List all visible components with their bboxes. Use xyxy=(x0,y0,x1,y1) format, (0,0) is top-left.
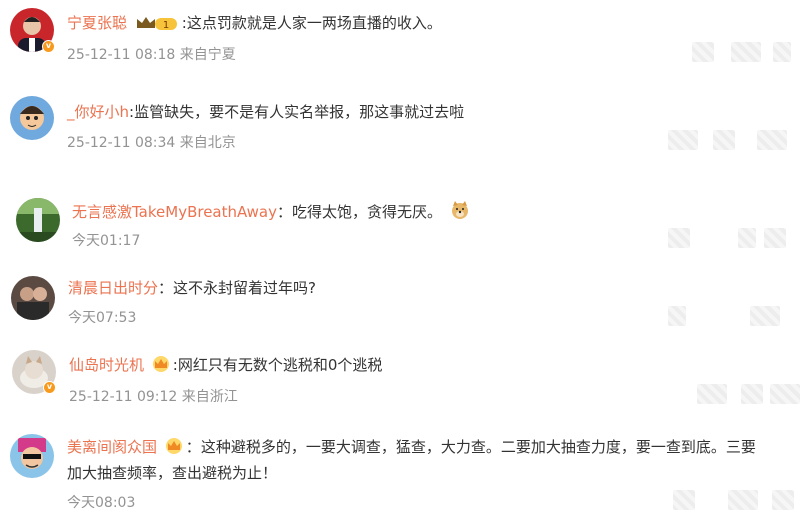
doge-emoji-icon xyxy=(450,200,470,224)
comment-line: 宁夏张聪 1 :这点罚款就是人家一两场直播的收入。 xyxy=(67,12,442,35)
blurred-action xyxy=(692,42,714,62)
comment-text: 网红只有无数个逃税和0个逃税 xyxy=(177,356,383,374)
separator: ： xyxy=(158,279,174,297)
comment-text: 这点罚款就是人家一两场直播的收入。 xyxy=(186,14,442,32)
comment-text-line2: 加大抽查频率，查出避税为止！ xyxy=(67,464,278,482)
comment-text: 这不永封留着过年吗? xyxy=(173,279,316,297)
blurred-action xyxy=(770,384,800,404)
avatar[interactable] xyxy=(11,276,55,320)
comment-line: 仙岛时光机 :网红只有无数个逃税和0个逃税 xyxy=(69,354,382,377)
comment-meta: 今天01:17 xyxy=(72,233,141,249)
verified-icon: v xyxy=(42,40,55,53)
blurred-action xyxy=(738,228,756,248)
comment-text: 吃得太饱，贪得无厌。 xyxy=(292,203,443,221)
avatar[interactable] xyxy=(10,434,54,478)
blurred-action xyxy=(673,490,695,510)
blurred-action xyxy=(668,306,686,326)
vip-crown-icon xyxy=(152,355,170,377)
blurred-action xyxy=(764,228,786,248)
username-link[interactable]: 仙岛时光机 xyxy=(69,356,144,374)
blurred-action xyxy=(668,130,698,150)
comment-line: 无言感激TakeMyBreathAway：吃得太饱，贪得无厌。 xyxy=(72,200,473,224)
username-link[interactable]: 清晨日出时分 xyxy=(68,279,158,297)
comment-line: _你好小h:监管缺失，要不是有人实名举报，那这事就过去啦 xyxy=(67,101,464,122)
comment-meta: 25-12-11 08:34 来自北京 xyxy=(67,135,236,151)
crown-level-icon: 1 xyxy=(135,15,179,35)
blurred-action xyxy=(773,42,791,62)
svg-text:1: 1 xyxy=(163,20,169,31)
blurred-action xyxy=(731,42,761,62)
blurred-action xyxy=(697,384,727,404)
avatar[interactable] xyxy=(16,198,60,242)
blurred-action xyxy=(757,130,787,150)
username-link[interactable]: 宁夏张聪 xyxy=(67,14,127,32)
blurred-action xyxy=(728,490,758,510)
comment-text: 这种避税多的，一要大调查，猛查，大力查。二要加大抽查力度，要一查到底。三要 xyxy=(200,438,756,456)
separator: ： xyxy=(185,438,201,456)
username-link[interactable]: _你好小h xyxy=(67,103,129,121)
blurred-action xyxy=(713,130,735,150)
username-link[interactable]: 无言感激TakeMyBreathAway xyxy=(72,203,277,221)
verified-icon: v xyxy=(43,381,56,394)
separator: ： xyxy=(277,203,293,221)
comment-line: 清晨日出时分：这不永封留着过年吗? xyxy=(68,277,316,298)
comment-line: 美离间阂众国 ：这种避税多的，一要大调查，猛查，大力查。二要加大抽查力度，要一查… xyxy=(67,436,756,459)
blurred-action xyxy=(741,384,763,404)
blurred-action xyxy=(772,490,794,510)
username-link[interactable]: 美离间阂众国 xyxy=(67,438,157,456)
comment-meta: 25-12-11 08:18 来自宁夏 xyxy=(67,47,236,63)
comment-meta: 今天07:53 xyxy=(68,310,137,326)
comment-meta: 今天08:03 xyxy=(67,495,136,511)
blurred-action xyxy=(750,306,780,326)
blurred-action xyxy=(668,228,690,248)
vip-crown-icon xyxy=(165,437,183,459)
comment-text: 监管缺失，要不是有人实名举报，那这事就过去啦 xyxy=(134,103,465,121)
comment-meta: 25-12-11 09:12 来自浙江 xyxy=(69,389,238,405)
avatar[interactable] xyxy=(10,96,54,140)
